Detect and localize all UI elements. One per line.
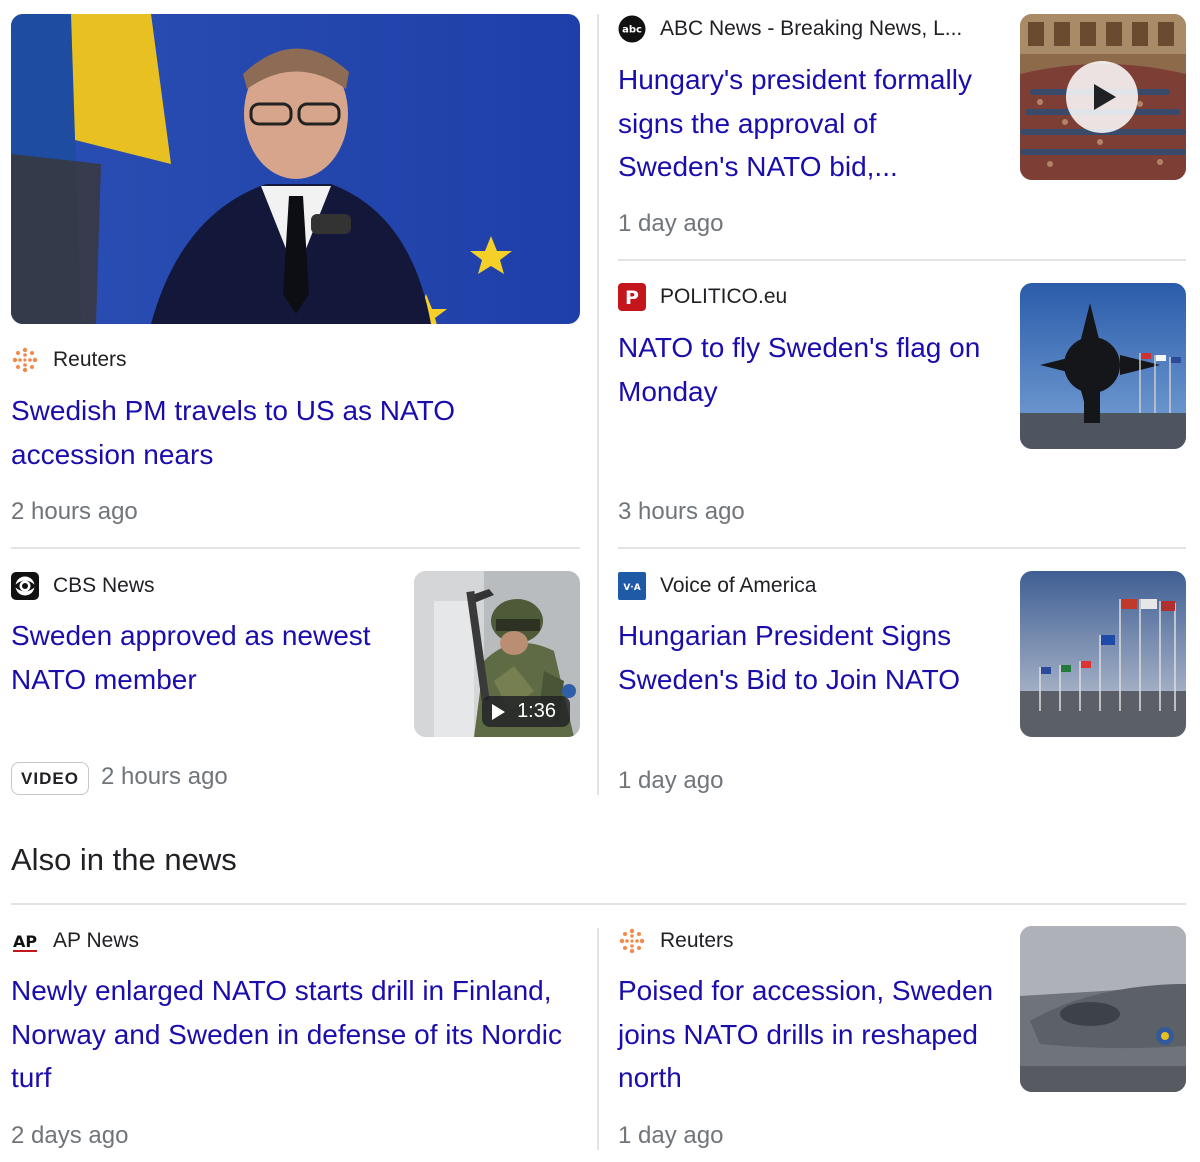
story-image[interactable]	[1020, 571, 1186, 737]
swedish-pm-photo	[11, 14, 580, 324]
source-name: POLITICO.eu	[660, 285, 788, 308]
headline-link[interactable]: Newly enlarged NATO starts drill in Finl…	[11, 969, 586, 1100]
section-heading: Also in the news	[11, 842, 237, 877]
reuters-logo-icon	[618, 927, 646, 955]
headline-link[interactable]: Hungarian President Signs Sweden's Bid t…	[618, 614, 998, 701]
source-name: Voice of America	[660, 574, 817, 597]
timestamp: 1 day ago	[618, 767, 724, 794]
cbs-eye-logo-icon	[11, 572, 39, 600]
headline-link[interactable]: Hungary's president formally signs the a…	[618, 58, 998, 189]
abc-logo-icon: abc	[618, 15, 646, 43]
divider	[11, 547, 580, 549]
divider	[11, 903, 1186, 905]
column-divider	[597, 14, 599, 795]
story-video-thumbnail[interactable]	[1020, 14, 1186, 180]
source-name: AP News	[53, 929, 139, 952]
column-divider	[597, 928, 599, 1150]
headline-link[interactable]: NATO to fly Sweden's flag on Monday	[618, 326, 998, 413]
ap-logo-icon: AP	[11, 927, 39, 955]
play-icon	[492, 703, 506, 720]
source-row: CBS News	[11, 572, 155, 600]
source-row: abc ABC News - Breaking News, L...	[618, 15, 962, 43]
story-image[interactable]	[1020, 283, 1186, 449]
timestamp: 3 hours ago	[618, 498, 745, 525]
video-duration: 1:36	[482, 696, 570, 727]
story-video-thumbnail[interactable]: 1:36	[414, 571, 580, 737]
source-name: CBS News	[53, 574, 155, 597]
source-name: ABC News - Breaking News, L...	[660, 17, 963, 40]
reuters-logo-icon	[11, 346, 39, 374]
timestamp: 1 day ago	[618, 210, 724, 237]
svg-text:V·A: V·A	[623, 583, 640, 593]
voa-logo-icon: V·A	[618, 572, 646, 600]
story-image[interactable]	[11, 14, 580, 324]
timestamp: 1 day ago	[618, 1122, 724, 1149]
video-badge: VIDEO	[11, 762, 89, 795]
source-row: AP AP News	[11, 927, 139, 955]
svg-text:P: P	[625, 287, 639, 309]
timestamp: 2 hours ago	[11, 498, 138, 525]
fighter-jet-photo	[1020, 926, 1186, 1092]
divider	[618, 259, 1186, 261]
politico-logo-icon: P	[618, 283, 646, 311]
source-row: V·A Voice of America	[618, 572, 816, 600]
headline-link[interactable]: Poised for accession, Sweden joins NATO …	[618, 969, 998, 1100]
source-row: Reuters	[11, 346, 127, 374]
headline-link[interactable]: Swedish PM travels to US as NATO accessi…	[11, 389, 571, 476]
source-row: P POLITICO.eu	[618, 283, 787, 311]
divider	[618, 547, 1186, 549]
timestamp: 2 days ago	[11, 1122, 129, 1149]
timestamp: 2 hours ago	[101, 763, 228, 790]
svg-text:abc: abc	[622, 25, 642, 36]
play-icon	[1066, 61, 1138, 133]
source-name: Reuters	[53, 348, 127, 371]
nato-sculpture-photo	[1020, 283, 1186, 449]
headline-link[interactable]: Sweden approved as newest NATO member	[11, 614, 401, 701]
svg-text:AP: AP	[13, 932, 37, 951]
flags-photo	[1020, 571, 1186, 737]
story-image[interactable]	[1020, 926, 1186, 1092]
source-name: Reuters	[660, 929, 734, 952]
source-row: Reuters	[618, 927, 734, 955]
